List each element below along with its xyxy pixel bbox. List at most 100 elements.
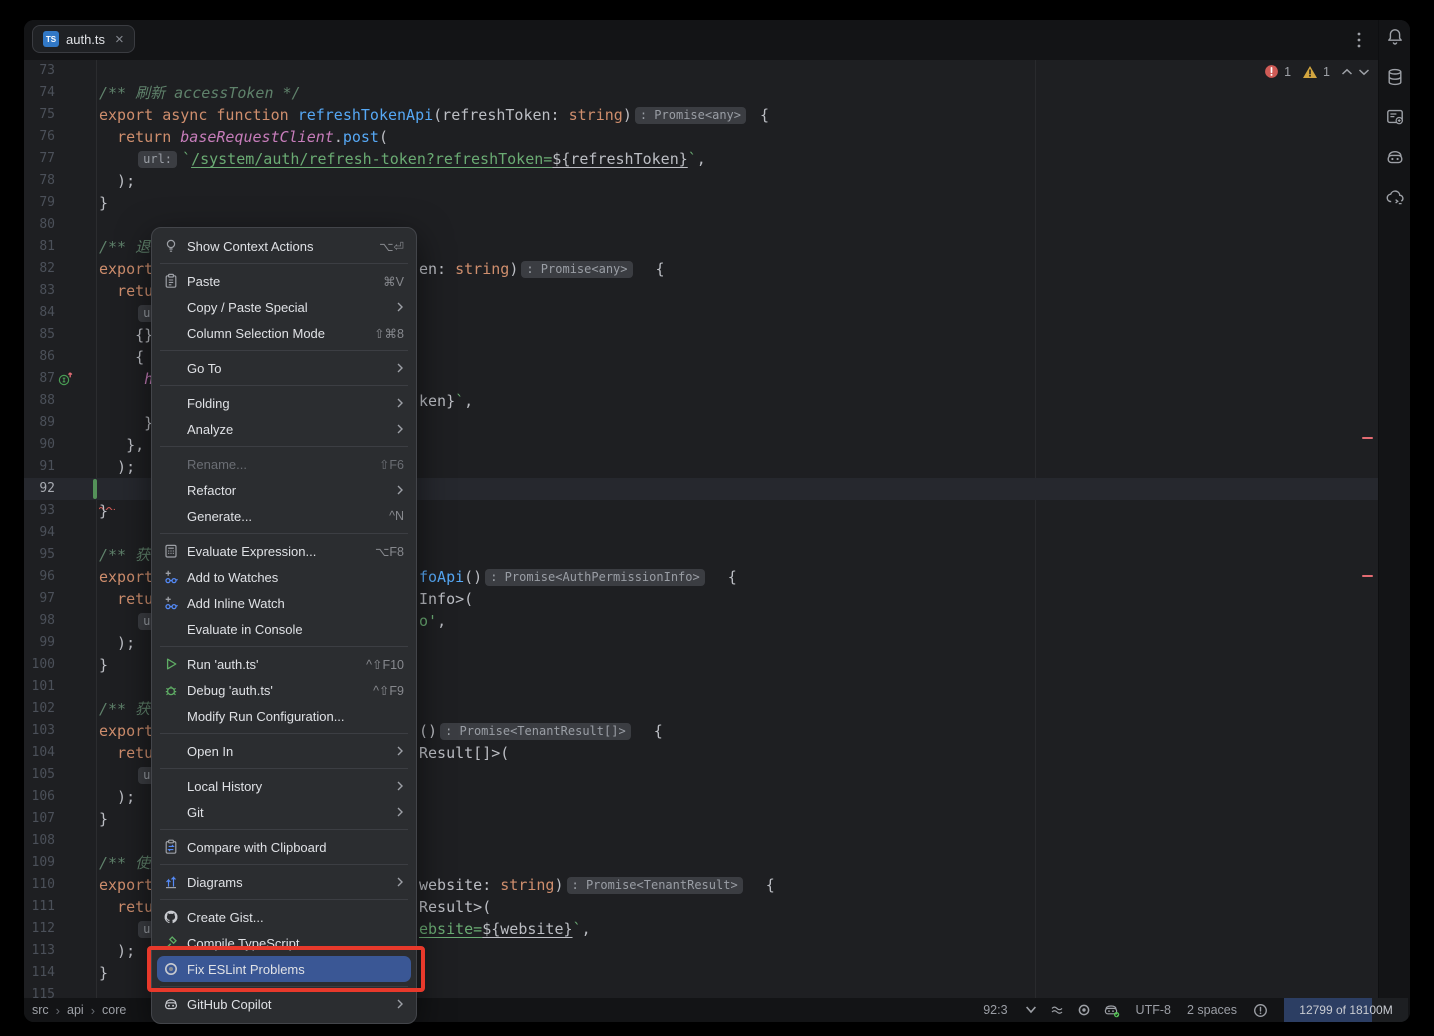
line-number[interactable]: 88 <box>24 390 55 412</box>
code-line[interactable]: 75export async function refreshTokenApi(… <box>24 104 1378 126</box>
line-number[interactable]: 79 <box>24 192 55 214</box>
line-number[interactable]: 95 <box>24 544 55 566</box>
menu-item-fix-eslint-problems[interactable]: Fix ESLint Problems <box>157 956 411 982</box>
menu-item-github-copilot[interactable]: GitHub Copilot <box>152 991 416 1017</box>
breadcrumb-core[interactable]: core <box>102 1003 126 1017</box>
line-number[interactable]: 98 <box>24 610 55 632</box>
indent-style[interactable]: 2 spaces <box>1187 1003 1237 1017</box>
line-number[interactable]: 82 <box>24 258 55 280</box>
menu-item-evaluate-in-console[interactable]: Evaluate in Console <box>152 616 416 642</box>
notes-panel-icon[interactable] <box>1384 106 1406 128</box>
menu-item-compare-with-clipboard[interactable]: Compare with Clipboard <box>152 834 416 860</box>
tab-close-icon[interactable]: × <box>115 32 124 47</box>
line-number[interactable]: 75 <box>24 104 55 126</box>
next-problem-chevron-down-icon[interactable] <box>1358 68 1370 76</box>
kebab-menu-icon[interactable] <box>1351 31 1367 49</box>
line-number[interactable]: 114 <box>24 962 55 984</box>
line-number[interactable]: 107 <box>24 808 55 830</box>
notifications-bell-icon[interactable] <box>1384 26 1406 48</box>
menu-item-rename[interactable]: Rename...⇧F6 <box>152 451 416 477</box>
code-line[interactable]: 73 <box>24 60 1378 82</box>
error-stripe-mark[interactable] <box>1362 437 1373 439</box>
line-number[interactable]: 81 <box>24 236 55 258</box>
menu-item-diagrams[interactable]: Diagrams <box>152 869 416 895</box>
line-number[interactable]: 104 <box>24 742 55 764</box>
menu-item-git[interactable]: Git <box>152 799 416 825</box>
caret-position[interactable]: 92:3 <box>983 1003 1007 1017</box>
menu-item-refactor[interactable]: Refactor <box>152 477 416 503</box>
line-number[interactable]: 80 <box>24 214 55 236</box>
line-number[interactable]: 103 <box>24 720 55 742</box>
line-number[interactable]: 105 <box>24 764 55 786</box>
menu-item-column-selection-mode[interactable]: Column Selection Mode⇧⌘8 <box>152 320 416 346</box>
line-number[interactable]: 102 <box>24 698 55 720</box>
code-line[interactable]: 77 url:`/system/auth/refresh-token?refre… <box>24 148 1378 170</box>
menu-item-paste[interactable]: Paste⌘V <box>152 268 416 294</box>
menu-item-local-history[interactable]: Local History <box>152 773 416 799</box>
menu-item-open-in[interactable]: Open In <box>152 738 416 764</box>
cloud-code-icon[interactable] <box>1384 186 1406 208</box>
copilot-status-icon[interactable] <box>1103 1003 1120 1018</box>
line-number[interactable]: 76 <box>24 126 55 148</box>
line-number[interactable]: 87 <box>24 368 55 390</box>
breadcrumb-src[interactable]: src <box>32 1003 49 1017</box>
menu-item-debug-auth-ts[interactable]: Debug 'auth.ts'^⇧F9 <box>152 677 416 703</box>
line-number[interactable]: 90 <box>24 434 55 456</box>
line-number[interactable]: 115 <box>24 984 55 998</box>
menu-item-modify-run-configuration[interactable]: Modify Run Configuration... <box>152 703 416 729</box>
memory-indicator[interactable]: 12799 of 18100M <box>1284 998 1408 1022</box>
eslint-status-icon[interactable] <box>1077 1003 1091 1017</box>
menu-item-run-auth-ts[interactable]: Run 'auth.ts'^⇧F10 <box>152 651 416 677</box>
inspection-status-icon[interactable] <box>1253 1003 1268 1018</box>
line-number[interactable]: 97 <box>24 588 55 610</box>
line-number[interactable]: 99 <box>24 632 55 654</box>
line-number[interactable]: 84 <box>24 302 55 324</box>
menu-item-copy-paste-special[interactable]: Copy / Paste Special <box>152 294 416 320</box>
menu-item-compile-typescript[interactable]: Compile TypeScript <box>152 930 416 956</box>
code-line[interactable]: 74/** 刷新 accessToken */ <box>24 82 1378 104</box>
error-icon[interactable] <box>1264 64 1279 79</box>
line-number[interactable]: 93 <box>24 500 55 522</box>
code-line[interactable]: 78 ); <box>24 170 1378 192</box>
file-encoding[interactable]: UTF-8 <box>1136 1003 1171 1017</box>
menu-item-analyze[interactable]: Analyze <box>152 416 416 442</box>
error-stripe-mark[interactable] <box>1362 575 1373 577</box>
line-number[interactable]: 96 <box>24 566 55 588</box>
github-copilot-icon[interactable] <box>1384 146 1406 168</box>
breadcrumb-api[interactable]: api <box>67 1003 84 1017</box>
menu-item-evaluate-expression[interactable]: Evaluate Expression...⌥F8 <box>152 538 416 564</box>
menu-item-show-context-actions[interactable]: Show Context Actions⌥⏎ <box>152 233 416 259</box>
line-number[interactable]: 109 <box>24 852 55 874</box>
menu-item-generate[interactable]: Generate...^N <box>152 503 416 529</box>
line-number[interactable]: 83 <box>24 280 55 302</box>
menu-item-folding[interactable]: Folding <box>152 390 416 416</box>
line-number[interactable]: 108 <box>24 830 55 852</box>
code-line[interactable]: 79} <box>24 192 1378 214</box>
line-number[interactable]: 85 <box>24 324 55 346</box>
vcs-update-icon[interactable] <box>1024 1003 1038 1017</box>
warning-icon[interactable] <box>1302 65 1318 79</box>
line-number[interactable]: 101 <box>24 676 55 698</box>
line-number[interactable]: 86 <box>24 346 55 368</box>
line-number[interactable]: 73 <box>24 60 55 82</box>
line-number[interactable]: 78 <box>24 170 55 192</box>
line-number[interactable]: 112 <box>24 918 55 940</box>
line-number[interactable]: 91 <box>24 456 55 478</box>
line-number[interactable]: 100 <box>24 654 55 676</box>
menu-item-add-inline-watch[interactable]: Add Inline Watch <box>152 590 416 616</box>
line-number[interactable]: 74 <box>24 82 55 104</box>
line-number[interactable]: 113 <box>24 940 55 962</box>
line-number[interactable]: 92 <box>24 478 55 500</box>
line-number[interactable]: 77 <box>24 148 55 170</box>
line-number[interactable]: 110 <box>24 874 55 896</box>
line-number[interactable]: 89 <box>24 412 55 434</box>
line-number[interactable]: 111 <box>24 896 55 918</box>
code-line[interactable]: 76 return baseRequestClient.post( <box>24 126 1378 148</box>
menu-item-go-to[interactable]: Go To <box>152 355 416 381</box>
menu-item-add-to-watches[interactable]: Add to Watches <box>152 564 416 590</box>
previous-problem-chevron-up-icon[interactable] <box>1341 68 1353 76</box>
line-number[interactable]: 106 <box>24 786 55 808</box>
menu-item-create-gist[interactable]: Create Gist... <box>152 904 416 930</box>
tab-auth-ts[interactable]: TS auth.ts × <box>32 25 135 53</box>
database-icon[interactable] <box>1384 66 1406 88</box>
